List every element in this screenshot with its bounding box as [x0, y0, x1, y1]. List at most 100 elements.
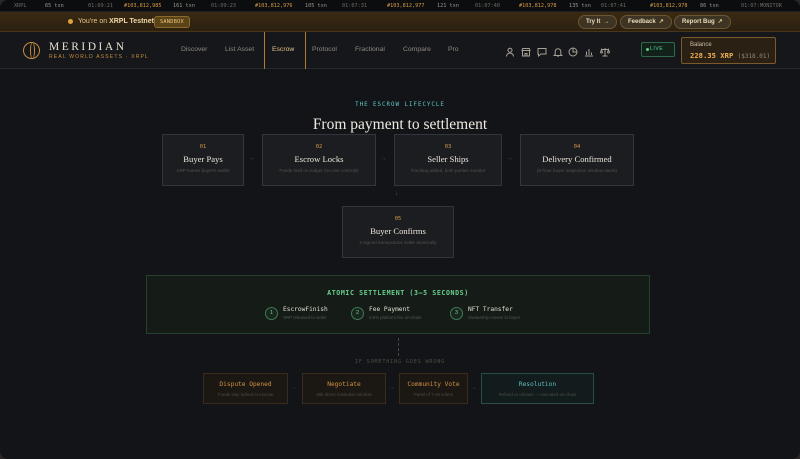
- nav-list-asset[interactable]: List Asset: [225, 46, 254, 53]
- sandbox-badge: SANDBOX: [154, 16, 190, 28]
- dispute-step: Community Vote Panel of 7-25 voters: [399, 373, 468, 404]
- scale-icon[interactable]: [599, 44, 611, 57]
- app-window: XRPL 65 txn 01:09:21 #103,812,985 161 txn 01:…: [0, 0, 800, 459]
- bell-icon[interactable]: [552, 44, 564, 57]
- dispute-step-resolution: Resolution Refund or release — executed …: [481, 373, 594, 404]
- step-number-badge: 1: [265, 307, 278, 320]
- dispute-step: Dispute Opened Funds stay locked in escr…: [203, 373, 288, 404]
- ticker-entry: #103,812,976: [255, 3, 293, 9]
- atomic-settlement-panel: ATOMIC SETTLEMENT (3–5 SECONDS) 1 Escrow…: [146, 275, 650, 334]
- ticker-entry: #103,812,985: [124, 3, 162, 9]
- ticker-entry: MONITOR: [760, 3, 782, 9]
- status-dot-icon: [68, 19, 73, 24]
- lifecycle-step: 04 Delivery Confirmed (8-hour buyer insp…: [520, 134, 634, 186]
- ticker-entry: 01:09:21: [88, 3, 113, 9]
- ticker-entry: 135 txn: [569, 3, 591, 9]
- block-ticker: XRPL 65 txn 01:09:21 #103,812,985 161 txn 01:…: [0, 0, 800, 12]
- settlement-item-title: EscrowFinish: [283, 306, 328, 313]
- arrow-right-icon: →: [389, 385, 395, 391]
- nav-pro[interactable]: Pro: [448, 46, 459, 53]
- dashed-connector: [398, 338, 399, 356]
- balance-label: Balance: [690, 42, 712, 48]
- arrow-right-icon: →: [380, 155, 387, 162]
- ticker-entry: 01:07:41: [601, 3, 626, 9]
- ticker-entry: #103,812,978: [519, 3, 557, 9]
- user-icon[interactable]: [505, 44, 515, 57]
- step-title: Escrow Locks: [294, 154, 344, 164]
- dispute-heading: IF SOMETHING GOES WRONG: [354, 359, 446, 365]
- step-description: 3 signed transactions settle atomically: [359, 240, 437, 245]
- settlement-item-title: NFT Transfer: [468, 306, 513, 313]
- testnet-message: You're on XRPL Testnet: [78, 18, 154, 25]
- top-navigation: MERIDIAN REAL WORLD ASSETS · XRPL Discov…: [0, 32, 800, 69]
- arrow-right-icon: →: [603, 19, 610, 25]
- store-icon[interactable]: [521, 44, 531, 57]
- arrow-down-icon: ↓: [395, 190, 399, 197]
- external-link-icon: ↗: [717, 19, 723, 25]
- step-title: Buyer Pays: [183, 154, 223, 164]
- nav-compare[interactable]: Compare: [403, 46, 431, 53]
- step-title: Delivery Confirmed: [542, 154, 612, 164]
- step-description: Funds held on-ledger (no one controls): [279, 168, 359, 173]
- balance-widget[interactable]: Balance 228.35 XRP ($318.01): [681, 37, 776, 64]
- step-number: 03: [444, 144, 452, 150]
- step-number: 04: [573, 144, 581, 150]
- lifecycle-step: 03 Seller Ships Tracking added, both par…: [394, 134, 502, 186]
- dispute-step-description: Panel of 7-25 voters: [413, 392, 454, 397]
- ticker-entry: 01:07:: [741, 3, 760, 9]
- settlement-item-description: XRP released to seller: [283, 315, 327, 320]
- step-number: 05: [394, 216, 402, 222]
- settlement-item-description: 0.5% platform fee on-chain: [369, 315, 422, 320]
- nav-discover[interactable]: Discover: [181, 46, 207, 53]
- ticker-entry: 65 txn: [45, 3, 64, 9]
- settlement-item-title: Fee Payment: [369, 306, 410, 313]
- arrow-right-icon: →: [248, 155, 255, 162]
- ticker-entry: 01:07:31: [342, 3, 367, 9]
- step-number-badge: 3: [450, 307, 463, 320]
- arrow-right-icon: ←: [292, 385, 298, 391]
- ticker-entry: 121 txn: [437, 3, 459, 9]
- ticker-entry: 161 txn: [173, 3, 195, 9]
- arrow-right-icon: →: [471, 385, 477, 391]
- settlement-heading: ATOMIC SETTLEMENT (3–5 SECONDS): [327, 289, 469, 297]
- nav-protocol[interactable]: Protocol: [312, 46, 337, 53]
- live-status-badge: LIVE: [641, 42, 675, 57]
- balance-value: 228.35 XRP ($318.01): [690, 51, 771, 60]
- external-link-icon: ↗: [658, 19, 664, 25]
- dispute-step-description: Funds stay locked in escrow: [217, 392, 274, 397]
- lifecycle-step: 05 Buyer Confirms 3 signed transactions …: [342, 206, 454, 258]
- ticker-entry: #103,812,978: [650, 3, 688, 9]
- report-bug-button[interactable]: Report Bug ↗: [674, 15, 731, 29]
- ticker-entry: 01:07:40: [475, 3, 500, 9]
- step-number-badge: 2: [351, 307, 364, 320]
- lifecycle-eyebrow: THE ESCROW LIFECYCLE: [355, 102, 445, 108]
- step-number: 02: [315, 144, 323, 150]
- dispute-step-title: Resolution: [518, 381, 557, 388]
- step-description: XRP leaves buyer's wallet: [176, 168, 230, 173]
- live-dot-icon: [646, 48, 649, 51]
- feedback-button[interactable]: Feedback ↗: [620, 15, 672, 29]
- step-title: Buyer Confirms: [370, 226, 426, 236]
- nav-escrow[interactable]: Escrow: [272, 46, 294, 53]
- lifecycle-step: 02 Escrow Locks Funds held on-ledger (no…: [262, 134, 376, 186]
- dispute-step-description: 48h direct resolution window: [316, 392, 372, 397]
- step-description: (8-hour buyer inspection window starts): [536, 168, 618, 173]
- nav-fractional[interactable]: Fractional: [355, 46, 385, 53]
- step-description: Tracking added, both parties monitor: [410, 168, 486, 173]
- chat-icon[interactable]: [537, 44, 547, 58]
- pie-chart-icon[interactable]: [568, 44, 578, 57]
- ticker-entry: 105 txn: [305, 3, 327, 9]
- ticker-entry: 01:09:23: [211, 3, 236, 9]
- dispute-step: Negotiate 48h direct resolution window: [302, 373, 386, 404]
- step-title: Seller Ships: [427, 154, 469, 164]
- step-number: 01: [199, 144, 207, 150]
- meridian-logo-icon[interactable]: [23, 42, 40, 59]
- testnet-notice-bar: You're on XRPL Testnet SANDBOX Try It → F…: [0, 12, 800, 32]
- ticker-entry: XRPL: [14, 3, 27, 9]
- ticker-entry: #103,812,977: [387, 3, 425, 9]
- dispute-step-title: Community Vote: [407, 381, 460, 388]
- try-it-button[interactable]: Try It →: [578, 15, 618, 29]
- bar-chart-icon[interactable]: [584, 44, 594, 57]
- dispute-step-title: Dispute Opened: [219, 381, 272, 388]
- brand-name[interactable]: MERIDIAN: [49, 41, 127, 53]
